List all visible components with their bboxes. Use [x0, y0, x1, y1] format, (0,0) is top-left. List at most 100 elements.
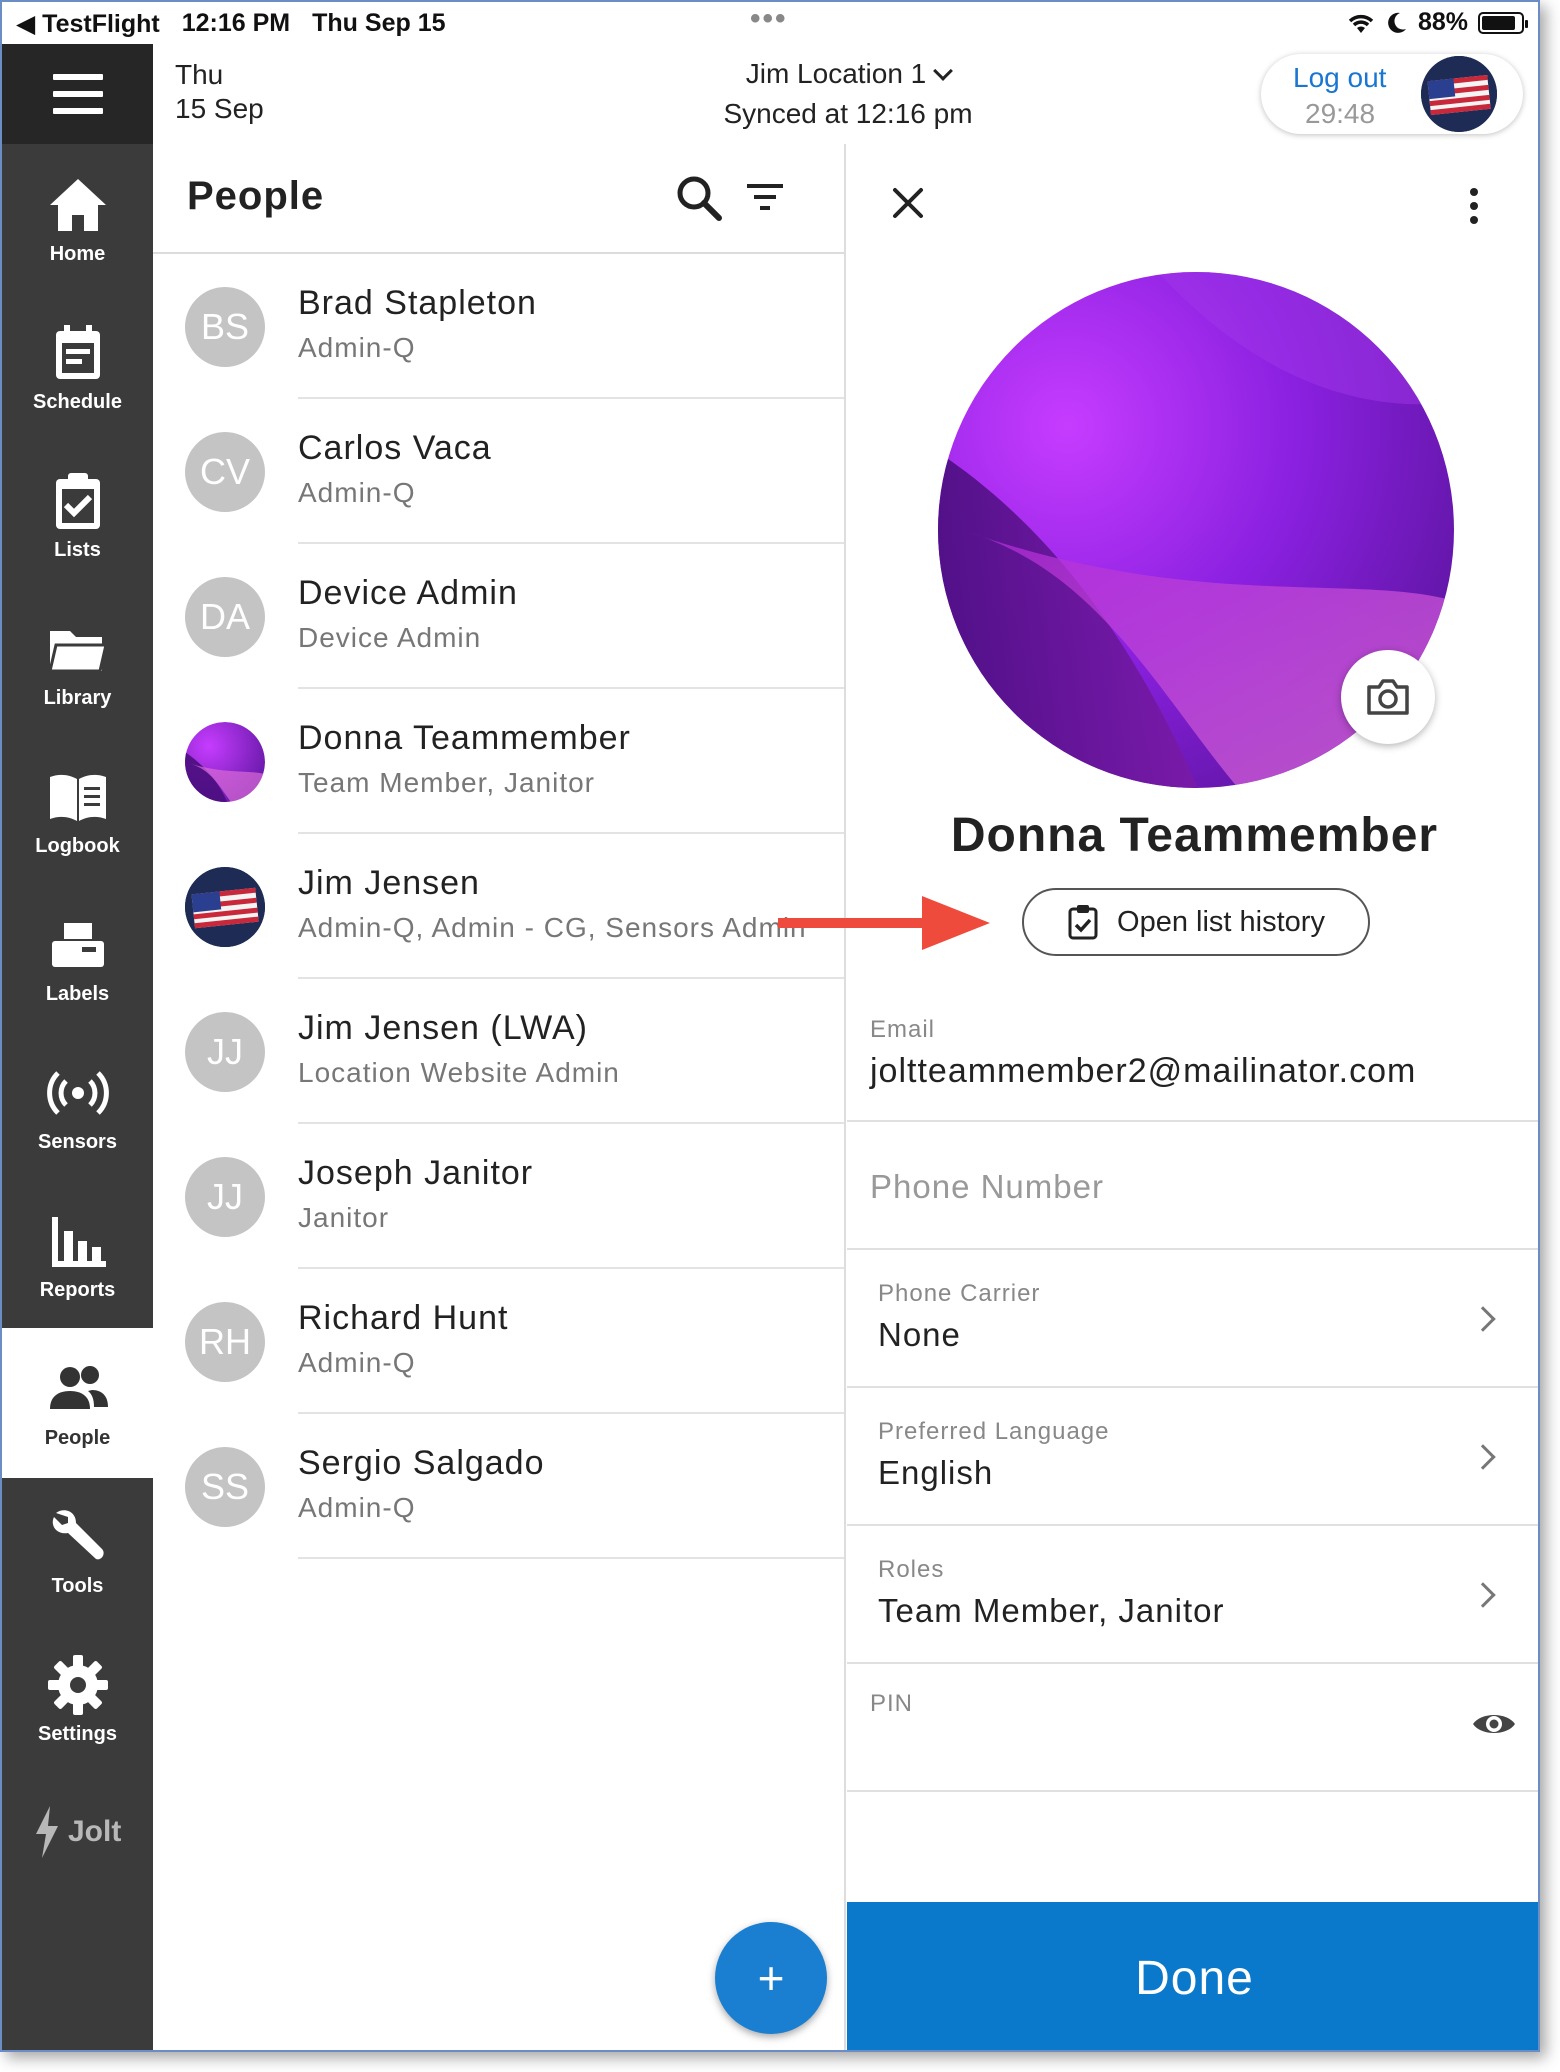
person-name: Donna Teammember: [298, 719, 631, 757]
status-bar: ◀ TestFlight 12:16 PM Thu Sep 15 ••• 88%: [2, 2, 1538, 44]
page-title: People: [187, 174, 325, 218]
list-item[interactable]: Jim Jensen Admin-Q, Admin - CG, Sensors A…: [153, 834, 844, 979]
list-item[interactable]: CV Carlos Vaca Admin-Q: [153, 399, 844, 544]
person-name: Brad Stapleton: [298, 284, 537, 322]
sidebar-item-settings[interactable]: Settings: [2, 1624, 153, 1774]
purple-wallpaper-image: [185, 722, 265, 802]
filter-icon[interactable]: [745, 178, 785, 218]
clipboard-check-icon: [55, 472, 100, 529]
done-button[interactable]: Done: [847, 1902, 1538, 2050]
back-to-app[interactable]: ◀ TestFlight: [16, 9, 160, 39]
avatar: [185, 722, 265, 802]
avatar: JJ: [185, 1157, 265, 1237]
pin-field[interactable]: PIN: [847, 1664, 1538, 1792]
person-name: Jim Jensen: [298, 864, 480, 902]
sidebar-item-labels[interactable]: Labels: [2, 884, 153, 1034]
sidebar-item-library[interactable]: Library: [2, 588, 153, 738]
moon-icon: [1388, 12, 1406, 33]
status-time: 12:16 PM: [181, 9, 291, 37]
person-name: Device Admin: [298, 574, 518, 612]
folder-icon: [47, 630, 108, 672]
sidebar-item-schedule[interactable]: Schedule: [2, 292, 153, 442]
add-person-button[interactable]: +: [715, 1922, 827, 2034]
menu-button[interactable]: [2, 44, 153, 144]
logout-button[interactable]: Log out 29:48: [1261, 54, 1523, 134]
more-options-icon[interactable]: [1469, 188, 1479, 224]
open-list-history-button[interactable]: Open list history: [1022, 888, 1370, 956]
sidebar-item-label: Logbook: [35, 834, 120, 857]
sidebar-item-label: Lists: [54, 538, 101, 561]
app-window: ◀ TestFlight 12:16 PM Thu Sep 15 ••• 88%…: [0, 0, 1540, 2052]
person-name: Richard Hunt: [298, 1299, 509, 1337]
people-icon: [49, 1365, 108, 1409]
home-icon: [49, 178, 106, 231]
flag-avatar-icon: [1421, 56, 1497, 132]
show-pin-eye-icon[interactable]: [1471, 1708, 1517, 1740]
open-list-history-label: Open list history: [1117, 905, 1325, 938]
roles-row[interactable]: Roles Team Member, Janitor: [847, 1526, 1538, 1664]
person-role: Location Website Admin: [298, 1057, 620, 1088]
chevron-down-icon: [933, 61, 954, 81]
sidebar-item-lists[interactable]: Lists: [2, 440, 153, 590]
sidebar-item-label: People: [44, 1426, 111, 1449]
list-item[interactable]: BS Brad Stapleton Admin-Q: [153, 254, 844, 399]
person-role: Device Admin: [298, 622, 482, 653]
list-item[interactable]: SS Sergio Salgado Admin-Q: [153, 1414, 844, 1559]
hamburger-icon: [52, 74, 103, 114]
person-role: Team Member, Janitor: [298, 767, 595, 798]
multitask-dots-icon[interactable]: •••: [750, 2, 788, 36]
sidebar-item-tools[interactable]: Tools: [2, 1476, 153, 1626]
sidebar-item-label: Labels: [45, 982, 110, 1005]
search-icon[interactable]: [673, 172, 725, 224]
person-role: Admin-Q: [298, 1492, 416, 1523]
status-date: Thu Sep 15: [312, 9, 446, 37]
top-bar: Thu 15 Sep Jim Location 1 Synced at 12:1…: [153, 44, 1538, 144]
battery-icon: [1478, 11, 1528, 34]
sidebar-item-people[interactable]: People: [2, 1328, 153, 1478]
sidebar-item-reports[interactable]: Reports: [2, 1180, 153, 1330]
schedule-icon: [55, 324, 100, 379]
user-avatar[interactable]: [1421, 56, 1497, 132]
clipboard-check-icon: [1068, 905, 1098, 940]
email-field[interactable]: Email joltteammember2@mailinator.com: [847, 996, 1538, 1122]
person-role: Admin-Q: [298, 1347, 416, 1378]
phone-number-field[interactable]: Phone Number: [847, 1122, 1538, 1250]
list-item[interactable]: DA Device Admin Device Admin: [153, 544, 844, 689]
label-printer-icon: [51, 922, 104, 967]
wrench-icon: [52, 1509, 104, 1559]
sidebar-item-label: Sensors: [38, 1130, 117, 1153]
change-photo-button[interactable]: [1341, 650, 1435, 744]
sidebar-item-label: Settings: [38, 1722, 117, 1745]
sync-status: Synced at 12:16 pm: [723, 98, 973, 129]
row-divider: [298, 1557, 844, 1559]
chevron-right-icon: [1470, 1444, 1496, 1470]
sidebar-item-logbook[interactable]: Logbook: [2, 736, 153, 886]
camera-icon: [1367, 679, 1409, 715]
list-item[interactable]: JJ Jim Jensen (LWA) Location Website Admin: [153, 979, 844, 1124]
annotation-arrow-icon: [778, 896, 990, 950]
person-role: Admin-Q: [298, 332, 416, 363]
close-icon[interactable]: [891, 186, 925, 220]
list-item[interactable]: Donna Teammember Team Member, Janitor: [153, 689, 844, 834]
phone-carrier-row[interactable]: Phone Carrier None: [847, 1250, 1538, 1388]
sidebar-item-label: Library: [43, 686, 112, 709]
avatar: DA: [185, 577, 265, 657]
location-selector[interactable]: Jim Location 1 Synced at 12:16 pm: [698, 54, 998, 134]
chevron-right-icon: [1470, 1306, 1496, 1332]
person-role: Admin-Q: [298, 477, 416, 508]
wifi-icon: [1348, 14, 1374, 33]
sidebar-item-sensors[interactable]: Sensors: [2, 1032, 153, 1182]
bolt-icon: [36, 1806, 58, 1858]
sidebar-item-label: Reports: [39, 1278, 116, 1301]
list-item[interactable]: RH Richard Hunt Admin-Q: [153, 1269, 844, 1414]
avatar: CV: [185, 432, 265, 512]
person-role: Janitor: [298, 1202, 390, 1233]
sidebar-item-home[interactable]: Home: [2, 144, 153, 294]
location-name: Jim Location 1: [745, 58, 927, 89]
preferred-language-row[interactable]: Preferred Language English: [847, 1388, 1538, 1526]
person-name: Donna Teammember: [950, 809, 1439, 862]
logout-label: Log out: [1293, 62, 1387, 93]
book-icon: [49, 774, 106, 821]
list-item[interactable]: JJ Joseph Janitor Janitor: [153, 1124, 844, 1269]
person-name: Carlos Vaca: [298, 429, 492, 467]
